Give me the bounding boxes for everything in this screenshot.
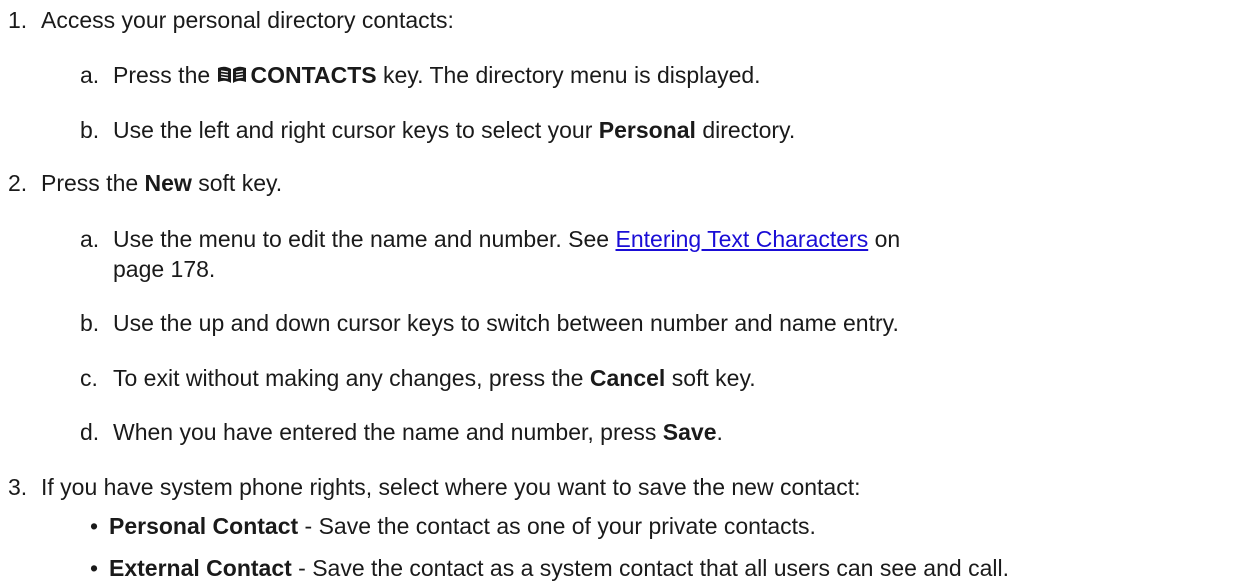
- text-segment: - Save the contact as a system contact t…: [291, 555, 1009, 581]
- substep-text: page 178.: [113, 256, 216, 282]
- new-soft-key-label: New: [144, 170, 192, 196]
- step-text: Press the New soft key.: [41, 170, 282, 197]
- step-number: 3.: [8, 474, 28, 500]
- text-segment: soft key.: [671, 365, 756, 391]
- text-segment: on: [874, 226, 901, 252]
- substep-letter: c.: [80, 365, 98, 391]
- text-segment: To exit without making any changes, pres…: [113, 365, 584, 391]
- substep-text: Use the left and right cursor keys to se…: [113, 117, 795, 144]
- text-segment: - Save the contact as one of your privat…: [298, 513, 816, 539]
- save-label: Save: [662, 419, 717, 445]
- text-segment: .: [716, 419, 723, 445]
- text-segment: Use the left and right cursor keys to se…: [113, 117, 593, 143]
- bullet-text: Personal Contact - Save the contact as o…: [109, 513, 816, 540]
- external-contact-label: External Contact: [109, 555, 292, 581]
- text-segment: When you have entered the name and numbe…: [113, 419, 657, 445]
- substep-letter: a.: [80, 226, 100, 252]
- step-text: Access your personal directory contacts:: [41, 7, 454, 33]
- cancel-soft-key-label: Cancel: [589, 365, 666, 391]
- bullet-marker: •: [90, 555, 99, 581]
- step-text: If you have system phone rights, select …: [41, 474, 861, 500]
- substep-text: Press the CONTACTS key. The directory me…: [113, 62, 761, 91]
- text-segment: Use the menu to edit the name and number…: [113, 226, 610, 252]
- substep-text: When you have entered the name and numbe…: [113, 419, 723, 446]
- substep-text: To exit without making any changes, pres…: [113, 365, 756, 392]
- personal-contact-label: Personal Contact: [109, 513, 299, 539]
- substep-letter: a.: [80, 62, 100, 88]
- step-number: 2.: [8, 170, 28, 196]
- text-segment: Press the: [41, 170, 139, 196]
- substep-letter: b.: [80, 310, 100, 336]
- bullet-marker: •: [90, 513, 99, 539]
- book-icon: [217, 64, 247, 91]
- text-segment: soft key.: [198, 170, 283, 196]
- text-segment: key. The directory menu is displayed.: [383, 62, 761, 88]
- step-number: 1.: [8, 7, 28, 33]
- substep-text: Use the up and down cursor keys to switc…: [113, 310, 899, 336]
- bullet-text: External Contact - Save the contact as a…: [109, 555, 1009, 582]
- personal-label: Personal: [598, 117, 696, 143]
- text-segment: Press the: [113, 62, 211, 88]
- substep-letter: d.: [80, 419, 100, 445]
- text-segment: directory.: [702, 117, 796, 143]
- substep-letter: b.: [80, 117, 100, 143]
- entering-text-characters-link[interactable]: Entering Text Characters: [616, 226, 869, 252]
- substep-text: Use the menu to edit the name and number…: [113, 226, 900, 253]
- contacts-key-label: CONTACTS: [250, 62, 377, 88]
